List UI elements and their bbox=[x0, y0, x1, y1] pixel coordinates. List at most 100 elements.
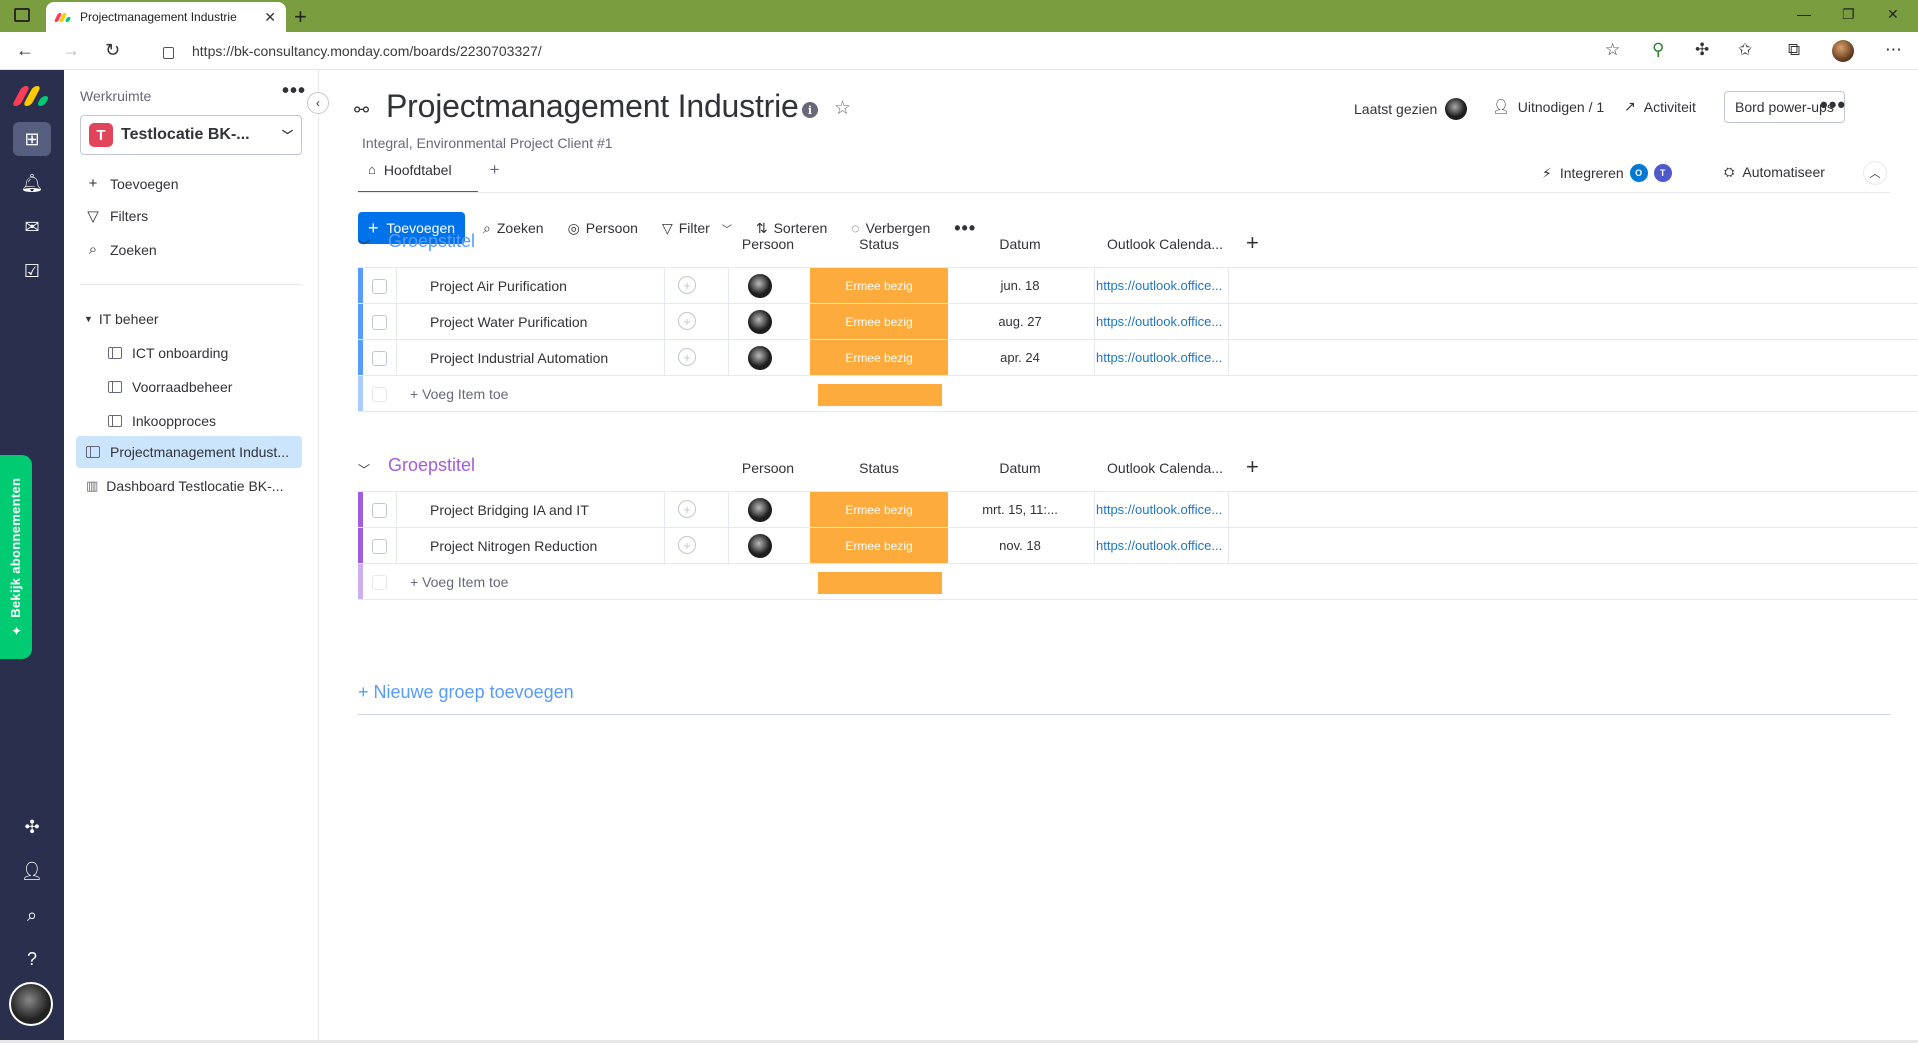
favorite-add-icon[interactable]: ☆ bbox=[1605, 40, 1620, 60]
sidebar-board-voorraadbeheer[interactable]: Voorraadbeheer bbox=[108, 371, 298, 403]
help-icon[interactable]: ? bbox=[13, 942, 51, 976]
sidebar-search[interactable]: ⌕ Zoeken bbox=[84, 241, 157, 258]
group-title[interactable]: Groepstitel bbox=[388, 455, 475, 476]
row-checkbox[interactable] bbox=[372, 279, 387, 294]
favorites-icon[interactable]: ✩ bbox=[1738, 40, 1752, 60]
column-header-date[interactable]: Datum bbox=[946, 236, 1094, 252]
automate-button[interactable]: ⛭ Automatiseer bbox=[1724, 164, 1825, 180]
column-header-status[interactable]: Status bbox=[810, 236, 948, 252]
invite-user-icon[interactable]: 👤︎ bbox=[13, 854, 51, 888]
info-icon[interactable]: i bbox=[802, 102, 818, 118]
sidebar-filters[interactable]: ▽ Filters bbox=[84, 207, 148, 225]
browser-menu-icon[interactable]: ⋯ bbox=[1885, 40, 1902, 60]
status-cell[interactable]: Ermee bezig bbox=[810, 528, 948, 563]
new-tab-button[interactable]: + bbox=[294, 4, 307, 30]
invite-button[interactable]: 👤︎ Uitnodigen / 1 bbox=[1492, 98, 1604, 115]
outlook-link-cell[interactable]: https://outlook.office... bbox=[1096, 502, 1226, 517]
row-checkbox[interactable] bbox=[372, 315, 387, 330]
forward-icon[interactable]: → bbox=[62, 40, 80, 61]
item-name[interactable]: Project Nitrogen Reduction bbox=[430, 538, 597, 554]
date-cell[interactable]: nov. 18 bbox=[946, 538, 1094, 553]
my-work-calendar-icon[interactable]: ☑ bbox=[13, 254, 51, 288]
add-new-group-button[interactable]: + Nieuwe groep toevoegen bbox=[358, 682, 574, 703]
collections-icon[interactable]: ⧉ bbox=[1788, 40, 1800, 60]
table-row[interactable]: Project Air Purification + Ermee bezig j… bbox=[358, 268, 1918, 304]
sidebar-add[interactable]: + Toevoegen bbox=[84, 175, 179, 192]
integrate-button[interactable]: ⚡︎ Integreren O T bbox=[1542, 164, 1672, 182]
sidebar-board-projectmanagement[interactable]: Projectmanagement Indust... bbox=[76, 436, 302, 468]
add-update-icon[interactable]: + bbox=[678, 536, 696, 554]
column-header-outlook[interactable]: Outlook Calenda... bbox=[1094, 460, 1236, 476]
date-cell[interactable]: mrt. 15, 11:... bbox=[946, 502, 1094, 517]
row-checkbox[interactable] bbox=[372, 539, 387, 554]
notifications-bell-icon[interactable]: 🔔︎ bbox=[13, 166, 51, 200]
tab-close-icon[interactable]: ✕ bbox=[264, 9, 276, 26]
row-checkbox[interactable] bbox=[372, 351, 387, 366]
workspace-more-icon[interactable]: ••• bbox=[282, 80, 306, 103]
subscriptions-button[interactable]: ✦ Bekijk abonnementen bbox=[0, 455, 32, 659]
date-cell[interactable]: aug. 27 bbox=[946, 314, 1094, 329]
date-cell[interactable]: apr. 24 bbox=[946, 350, 1094, 365]
monday-logo-icon[interactable] bbox=[11, 86, 50, 106]
sidebar-dashboard[interactable]: ▥ Dashboard Testlocatie BK-... bbox=[76, 470, 302, 502]
date-cell[interactable]: jun. 18 bbox=[946, 278, 1094, 293]
add-update-icon[interactable]: + bbox=[678, 276, 696, 294]
item-name[interactable]: Project Water Purification bbox=[430, 314, 587, 330]
search-icon[interactable]: ⌕ bbox=[13, 898, 51, 932]
add-column-button[interactable]: + bbox=[1246, 230, 1259, 256]
tab-main-table[interactable]: ⌂ Hoofdtabel bbox=[358, 162, 478, 193]
status-cell[interactable]: Ermee bezig bbox=[810, 268, 948, 303]
collapse-header-icon[interactable]: ︿ bbox=[1863, 161, 1887, 185]
close-window-icon[interactable]: ✕ bbox=[1887, 6, 1899, 23]
person-avatar[interactable] bbox=[748, 534, 772, 558]
inbox-icon[interactable]: ✉ bbox=[13, 210, 51, 244]
chevron-down-icon[interactable]: ﹀ bbox=[358, 237, 370, 254]
status-cell[interactable]: Ermee bezig bbox=[810, 340, 948, 375]
add-update-icon[interactable]: + bbox=[678, 348, 696, 366]
add-item-input[interactable]: + Voeg Item toe bbox=[410, 386, 508, 402]
share-board-icon[interactable]: ⚯ bbox=[354, 100, 369, 121]
group-title[interactable]: Groepstitel bbox=[388, 231, 475, 252]
table-row[interactable]: Project Bridging IA and IT + Ermee bezig… bbox=[358, 492, 1918, 528]
person-avatar[interactable] bbox=[748, 274, 772, 298]
reload-icon[interactable]: ↻ bbox=[105, 40, 120, 61]
add-item-input[interactable]: + Voeg Item toe bbox=[410, 574, 508, 590]
add-update-icon[interactable]: + bbox=[678, 500, 696, 518]
column-header-person[interactable]: Persoon bbox=[728, 460, 808, 476]
activity-button[interactable]: ↗ Activiteit bbox=[1624, 98, 1696, 115]
board-title[interactable]: Projectmanagement Industrie bbox=[386, 88, 799, 125]
user-avatar[interactable] bbox=[9, 982, 53, 1026]
column-header-status[interactable]: Status bbox=[810, 460, 948, 476]
status-cell[interactable]: Ermee bezig bbox=[810, 304, 948, 339]
back-icon[interactable]: ← bbox=[16, 40, 34, 61]
table-row[interactable]: Project Nitrogen Reduction + Ermee bezig… bbox=[358, 528, 1918, 564]
window-menu-icon[interactable] bbox=[14, 8, 30, 22]
chevron-down-icon[interactable]: ﹀ bbox=[358, 461, 370, 478]
row-checkbox[interactable] bbox=[372, 503, 387, 518]
add-column-button[interactable]: + bbox=[1246, 454, 1259, 480]
sidebar-board-ict-onboarding[interactable]: ICT onboarding bbox=[108, 337, 298, 369]
folder-it-beheer[interactable]: ▼ IT beheer bbox=[84, 311, 159, 327]
board-subtitle[interactable]: Integral, Environmental Project Client #… bbox=[362, 135, 613, 151]
minimize-icon[interactable]: — bbox=[1797, 6, 1811, 22]
apps-puzzle-icon[interactable]: ✣ bbox=[13, 810, 51, 844]
status-cell[interactable]: Ermee bezig bbox=[810, 492, 948, 527]
board-more-icon[interactable]: ••• bbox=[1820, 92, 1846, 118]
person-avatar[interactable] bbox=[748, 310, 772, 334]
browser-tab[interactable]: Projectmanagement Industrie ✕ bbox=[46, 2, 286, 32]
last-seen[interactable]: Laatst gezien bbox=[1354, 98, 1468, 120]
outlook-link-cell[interactable]: https://outlook.office... bbox=[1096, 278, 1226, 293]
url-bar[interactable]: https://bk-consultancy.monday.com/boards… bbox=[145, 37, 1635, 65]
extensions-icon[interactable]: ✣ bbox=[1695, 40, 1709, 60]
add-view-button[interactable]: + bbox=[490, 161, 500, 178]
favorite-star-icon[interactable]: ☆ bbox=[834, 97, 851, 120]
table-row[interactable]: Project Water Purification + Ermee bezig… bbox=[358, 304, 1918, 340]
item-name[interactable]: Project Air Purification bbox=[430, 278, 567, 294]
column-header-outlook[interactable]: Outlook Calenda... bbox=[1094, 236, 1236, 252]
add-update-icon[interactable]: + bbox=[678, 312, 696, 330]
restore-icon[interactable]: ❐ bbox=[1842, 6, 1855, 23]
outlook-link-cell[interactable]: https://outlook.office... bbox=[1096, 314, 1226, 329]
item-name[interactable]: Project Bridging IA and IT bbox=[430, 502, 589, 518]
table-row[interactable]: Project Industrial Automation + Ermee be… bbox=[358, 340, 1918, 376]
outlook-link-cell[interactable]: https://outlook.office... bbox=[1096, 350, 1226, 365]
